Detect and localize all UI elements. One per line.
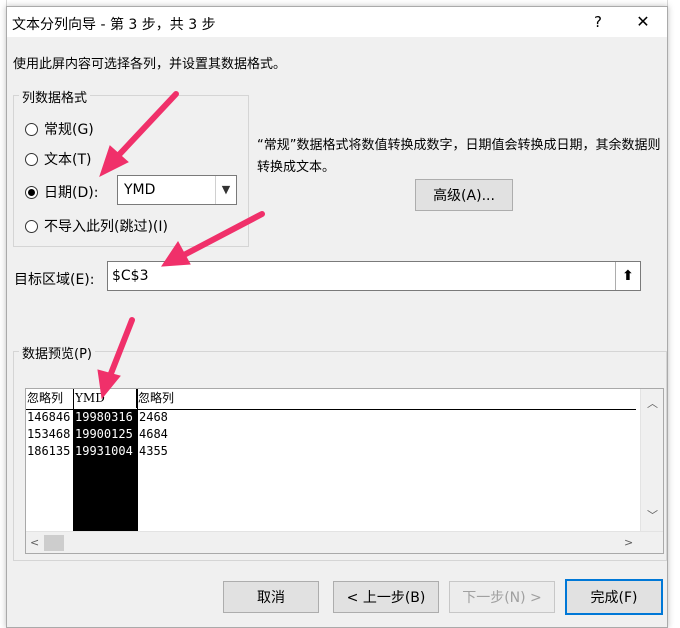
help-icon[interactable]: ? bbox=[587, 11, 609, 33]
advanced-button[interactable]: 高级(A)... bbox=[415, 179, 513, 211]
radio-skip-indicator[interactable] bbox=[25, 219, 38, 233]
title-bar: 文本分列向导 - 第 3 步，共 3 步 ? ✕ bbox=[7, 7, 667, 37]
chevron-up-icon[interactable]: ︿ bbox=[647, 395, 658, 411]
chevron-right-icon[interactable]: > bbox=[624, 536, 633, 549]
destination-label: 目标区域(E): bbox=[14, 272, 95, 288]
preview-cell: 2468 bbox=[139, 410, 168, 424]
radio-date-indicator[interactable] bbox=[25, 185, 38, 199]
radio-date[interactable]: 日期(D): bbox=[25, 182, 98, 202]
preview-cell: 19900125 bbox=[75, 427, 133, 441]
close-icon[interactable]: ✕ bbox=[629, 11, 657, 33]
data-preview-label: 数据预览(P) bbox=[19, 343, 95, 362]
radio-text-label: 文本(T) bbox=[44, 152, 92, 168]
chevron-down-icon[interactable]: ▼ bbox=[215, 176, 236, 204]
next-button[interactable]: 下一步(N) > bbox=[449, 581, 555, 613]
preview-header-row: 忽略列 YMD 忽略列 bbox=[26, 389, 636, 410]
preview-cell: 4355 bbox=[139, 444, 168, 458]
preview-cell: 186135 bbox=[27, 444, 71, 458]
radio-skip[interactable]: 不导入此列(跳过)(I) bbox=[25, 216, 168, 236]
collapse-dialog-icon[interactable]: ⬆ bbox=[615, 262, 640, 290]
preview-header-cell[interactable]: 忽略列 bbox=[26, 389, 74, 408]
format-description: “常规”数据格式将数值转换成数字，日期值会转换成日期，其余数据则转换成文本。 bbox=[257, 138, 661, 175]
preview-cell: 153468 bbox=[27, 427, 71, 441]
horizontal-scroll-thumb[interactable] bbox=[44, 535, 64, 551]
destination-input[interactable]: $C$3 ⬆ bbox=[107, 261, 641, 291]
dialog-title: 文本分列向导 - 第 3 步，共 3 步 bbox=[12, 17, 216, 33]
chevron-down-icon[interactable]: ﹀ bbox=[647, 507, 658, 523]
date-format-select[interactable]: YMD ▼ bbox=[117, 175, 237, 205]
column-separator bbox=[73, 389, 74, 531]
preview-cell: 146846 bbox=[27, 410, 71, 424]
column-format-group-label: 列数据格式 bbox=[19, 87, 91, 106]
preview-column[interactable]: 146846 153468 186135 bbox=[26, 409, 73, 531]
back-button[interactable]: < 上一步(B) bbox=[333, 581, 439, 613]
preview-header-cell[interactable]: 忽略列 bbox=[137, 389, 636, 408]
preview-horizontal-scrollbar[interactable]: < > bbox=[26, 531, 663, 553]
radio-skip-label: 不导入此列(跳过)(I) bbox=[44, 219, 168, 235]
chevron-left-icon[interactable]: < bbox=[30, 536, 39, 549]
column-separator bbox=[137, 389, 138, 531]
radio-general[interactable]: 常规(G) bbox=[25, 119, 94, 139]
preview-cell: 19931004 bbox=[75, 444, 133, 458]
data-preview-box[interactable]: 忽略列 YMD 忽略列 146846 153468 186135 1998031… bbox=[25, 388, 664, 554]
radio-general-indicator[interactable] bbox=[25, 122, 38, 136]
preview-column-selected[interactable]: 19980316 19900125 19931004 bbox=[74, 409, 137, 531]
radio-general-label: 常规(G) bbox=[44, 122, 94, 138]
radio-text[interactable]: 文本(T) bbox=[25, 149, 91, 169]
preview-column[interactable]: 2468 4684 4355 bbox=[138, 409, 628, 531]
preview-vertical-scrollbar[interactable]: ︿ ﹀ bbox=[640, 389, 663, 531]
cancel-button[interactable]: 取消 bbox=[223, 581, 319, 613]
sheet-background-right bbox=[667, 0, 680, 628]
intro-text: 使用此屏内容可选择各列，并设置其数据格式。 bbox=[13, 57, 287, 72]
radio-date-label: 日期(D): bbox=[44, 185, 99, 201]
preview-cell: 4684 bbox=[139, 427, 168, 441]
text-to-columns-dialog: 文本分列向导 - 第 3 步，共 3 步 ? ✕ 使用此屏内容可选择各列，并设置… bbox=[6, 6, 668, 628]
preview-cell: 19980316 bbox=[75, 410, 133, 424]
finish-button[interactable]: 完成(F) bbox=[565, 579, 663, 615]
radio-text-indicator[interactable] bbox=[25, 152, 38, 166]
date-format-value: YMD bbox=[124, 182, 156, 198]
preview-header-cell[interactable]: YMD bbox=[74, 389, 137, 408]
destination-value: $C$3 bbox=[112, 268, 149, 284]
